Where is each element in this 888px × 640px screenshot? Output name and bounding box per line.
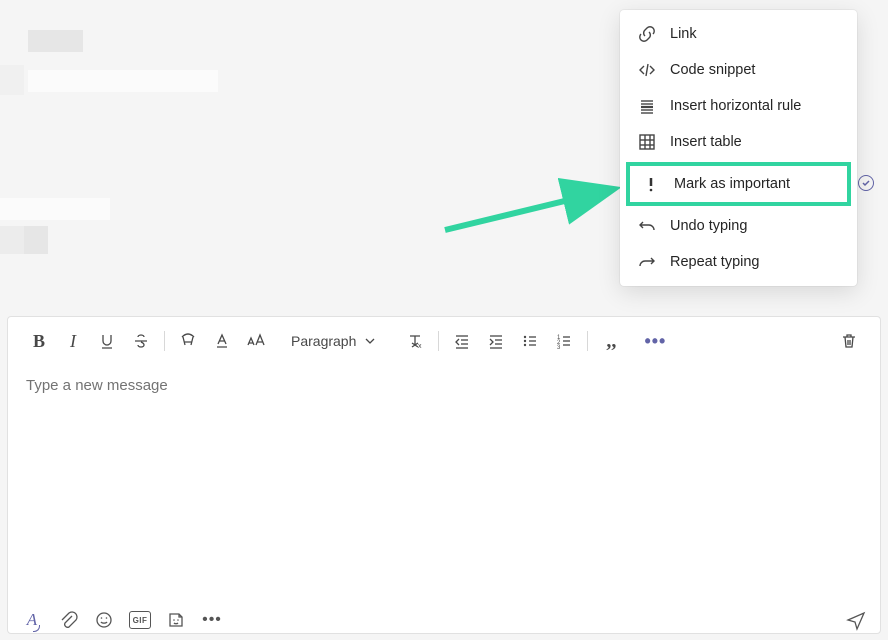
chevron-down-icon <box>364 335 376 347</box>
menu-item-label: Repeat typing <box>670 254 759 270</box>
italic-button[interactable]: I <box>56 327 90 355</box>
font-color-button[interactable] <box>205 327 239 355</box>
menu-item-label: Link <box>670 26 697 42</box>
svg-text:x: x <box>418 343 422 350</box>
message-composer: B I Paragraph x <box>7 316 881 634</box>
more-formatting-button[interactable]: ••• <box>638 327 672 355</box>
indent-button[interactable] <box>479 327 513 355</box>
horizontal-rule-icon <box>638 97 656 115</box>
menu-item-label: Mark as important <box>674 176 790 192</box>
delete-button[interactable] <box>832 327 866 355</box>
menu-item-mark-important[interactable]: Mark as important <box>626 162 851 206</box>
svg-text:3: 3 <box>557 345 561 350</box>
menu-item-label: Insert table <box>670 134 742 150</box>
message-delivered-icon <box>858 175 874 191</box>
table-icon <box>638 133 656 151</box>
strikethrough-button[interactable] <box>124 327 158 355</box>
numbered-list-button[interactable]: 123 <box>547 327 581 355</box>
underline-button[interactable] <box>90 327 124 355</box>
bold-button[interactable]: B <box>22 327 56 355</box>
emoji-button[interactable] <box>93 609 115 631</box>
attach-button[interactable] <box>57 609 79 631</box>
redo-icon <box>638 253 656 271</box>
send-button[interactable] <box>845 609 867 631</box>
menu-item-label: Code snippet <box>670 62 755 78</box>
menu-item-insert-table[interactable]: Insert table <box>620 124 857 160</box>
sticker-button[interactable] <box>165 609 187 631</box>
gif-label: GIF <box>129 611 151 629</box>
gif-button[interactable]: GIF <box>129 609 151 631</box>
menu-item-redo[interactable]: Repeat typing <box>620 244 857 280</box>
bullet-list-button[interactable] <box>513 327 547 355</box>
more-options-menu: Link Code snippet Insert horizontal rule… <box>620 10 857 286</box>
toolbar-separator <box>438 331 439 351</box>
quote-button[interactable]: ,, <box>594 327 628 355</box>
important-icon <box>642 175 660 193</box>
composer-bottom-bar: A GIF ••• <box>7 600 881 640</box>
link-icon <box>638 25 656 43</box>
toolbar-separator <box>164 331 165 351</box>
format-button[interactable]: A <box>21 609 43 631</box>
paragraph-label: Paragraph <box>291 333 356 349</box>
menu-item-undo[interactable]: Undo typing <box>620 208 857 244</box>
menu-item-horizontal-rule[interactable]: Insert horizontal rule <box>620 88 857 124</box>
highlight-button[interactable] <box>171 327 205 355</box>
menu-item-link[interactable]: Link <box>620 16 857 52</box>
undo-icon <box>638 217 656 235</box>
toolbar-separator <box>587 331 588 351</box>
more-actions-button[interactable]: ••• <box>201 609 223 631</box>
outdent-button[interactable] <box>445 327 479 355</box>
message-input[interactable]: Type a new message <box>8 363 880 408</box>
menu-item-label: Undo typing <box>670 218 747 234</box>
code-icon <box>638 61 656 79</box>
formatting-toolbar: B I Paragraph x <box>8 317 880 363</box>
font-size-button[interactable] <box>239 327 273 355</box>
clear-formatting-button[interactable]: x <box>398 327 432 355</box>
menu-item-label: Insert horizontal rule <box>670 98 801 114</box>
menu-item-code-snippet[interactable]: Code snippet <box>620 52 857 88</box>
paragraph-style-dropdown[interactable]: Paragraph <box>279 327 388 355</box>
